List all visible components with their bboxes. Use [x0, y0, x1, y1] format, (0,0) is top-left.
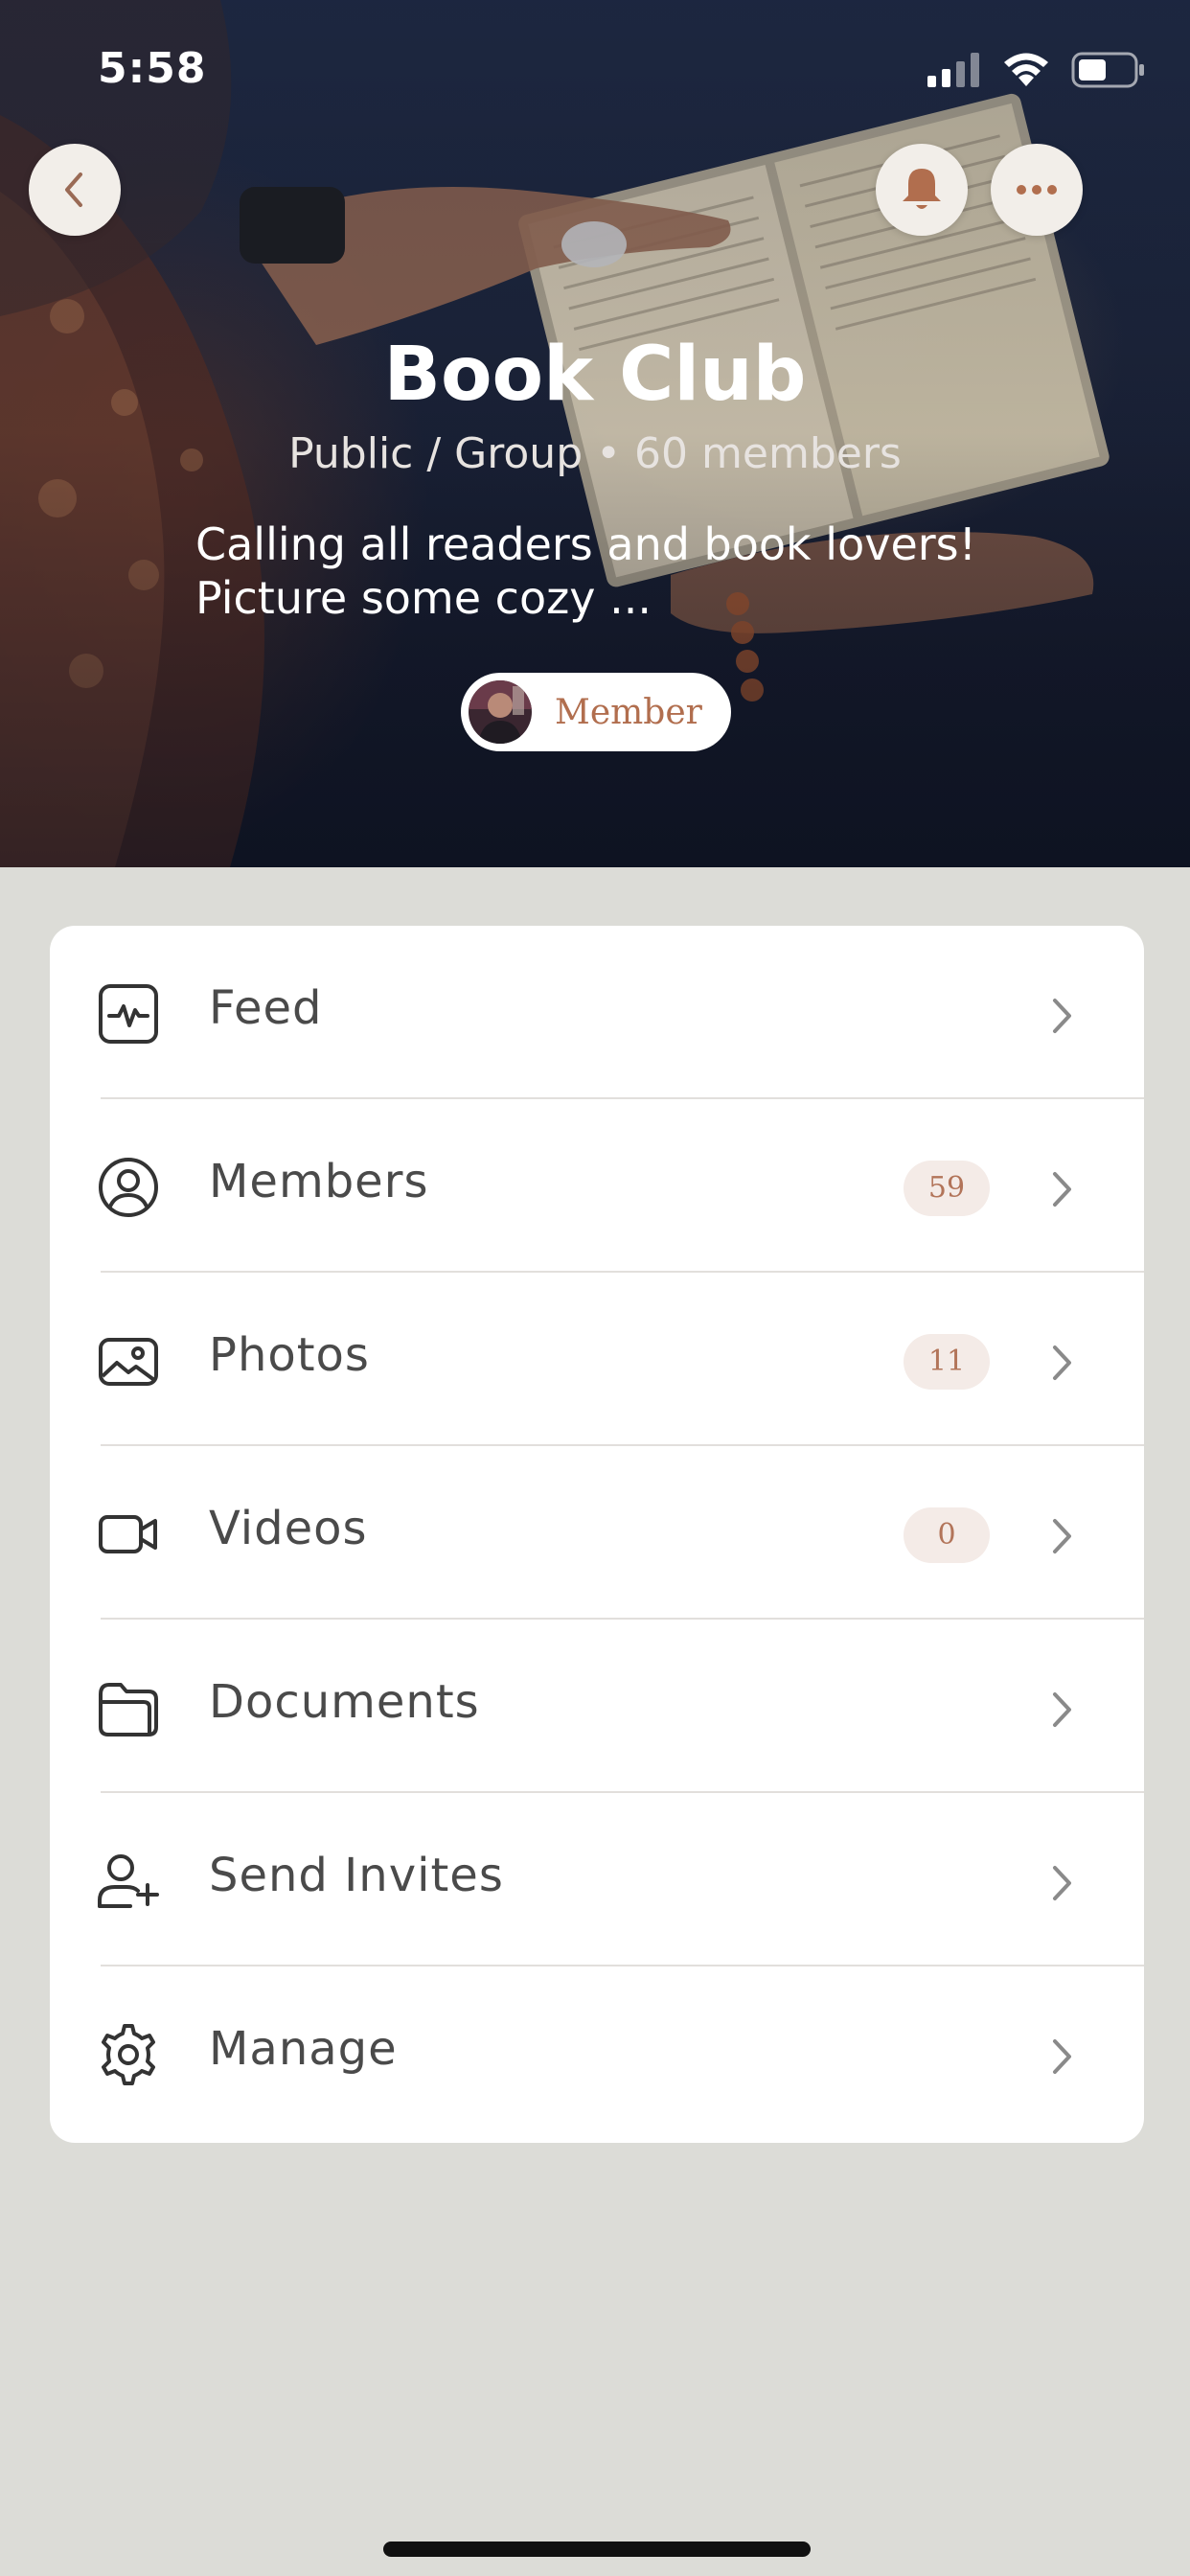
wifi-icon: [1004, 53, 1048, 86]
count-badge: 11: [904, 1334, 990, 1390]
chevron-right-icon: [1053, 1346, 1071, 1380]
menu-item-members[interactable]: Members 59: [50, 1099, 1144, 1273]
menu-item-label: Manage: [209, 2022, 398, 2076]
chevron-left-icon: [65, 172, 82, 207]
cellular-signal-icon: [927, 53, 979, 87]
more-options-button[interactable]: [991, 144, 1083, 236]
chevron-right-icon: [1053, 999, 1071, 1033]
back-button[interactable]: [29, 144, 121, 236]
home-indicator[interactable]: [383, 2542, 811, 2557]
menu-item-label: Send Invites: [209, 1849, 504, 1902]
menu-item-feed[interactable]: Feed: [50, 926, 1144, 1099]
ellipsis-icon: [1017, 185, 1057, 195]
membership-label: Member: [555, 692, 702, 732]
chevron-right-icon: [1053, 1172, 1071, 1207]
folder-icon: [99, 1683, 158, 1736]
chevron-right-icon: [1053, 2039, 1071, 2074]
status-icons: [926, 52, 1146, 88]
group-menu: Feed Members 59 Photos 11 Videos 0 Docum…: [50, 926, 1144, 2143]
group-title: Book Club: [383, 332, 807, 418]
menu-item-videos[interactable]: Videos 0: [50, 1446, 1144, 1620]
chevron-right-icon: [1053, 1692, 1071, 1727]
notifications-button[interactable]: [876, 144, 968, 236]
user-circle-icon: [99, 1158, 158, 1217]
group-cover-image: 5:58 Book Club Public / Group • 60 membe…: [0, 0, 1190, 867]
menu-item-documents[interactable]: Documents: [50, 1620, 1144, 1793]
status-time: 5:58: [98, 44, 207, 93]
menu-item-label: Members: [209, 1155, 429, 1208]
bell-icon: [903, 169, 941, 209]
menu-item-label: Photos: [209, 1328, 370, 1382]
group-description[interactable]: Calling all readers and book lovers! Pic…: [195, 518, 1019, 625]
chevron-right-icon: [1053, 1519, 1071, 1553]
battery-icon: [1071, 52, 1144, 88]
count-badge: 0: [904, 1507, 990, 1563]
menu-item-label: Videos: [209, 1502, 368, 1555]
menu-item-photos[interactable]: Photos 11: [50, 1273, 1144, 1446]
chevron-right-icon: [1053, 1866, 1071, 1900]
user-plus-icon: [98, 1854, 159, 1908]
menu-item-label: Documents: [209, 1675, 480, 1729]
avatar: [469, 680, 532, 744]
membership-status-button[interactable]: Member: [461, 673, 731, 751]
menu-item-manage[interactable]: Manage: [50, 1966, 1144, 2140]
group-page: 5:58 Book Club Public / Group • 60 membe…: [0, 0, 1190, 2576]
menu-item-send-invites[interactable]: Send Invites: [50, 1793, 1144, 1966]
count-badge: 59: [904, 1161, 990, 1216]
image-icon: [99, 1338, 158, 1386]
video-camera-icon: [99, 1515, 157, 1553]
menu-item-label: Feed: [209, 981, 323, 1035]
activity-icon: [99, 984, 158, 1044]
group-meta: Public / Group • 60 members: [288, 429, 902, 478]
gear-icon: [102, 2024, 155, 2085]
